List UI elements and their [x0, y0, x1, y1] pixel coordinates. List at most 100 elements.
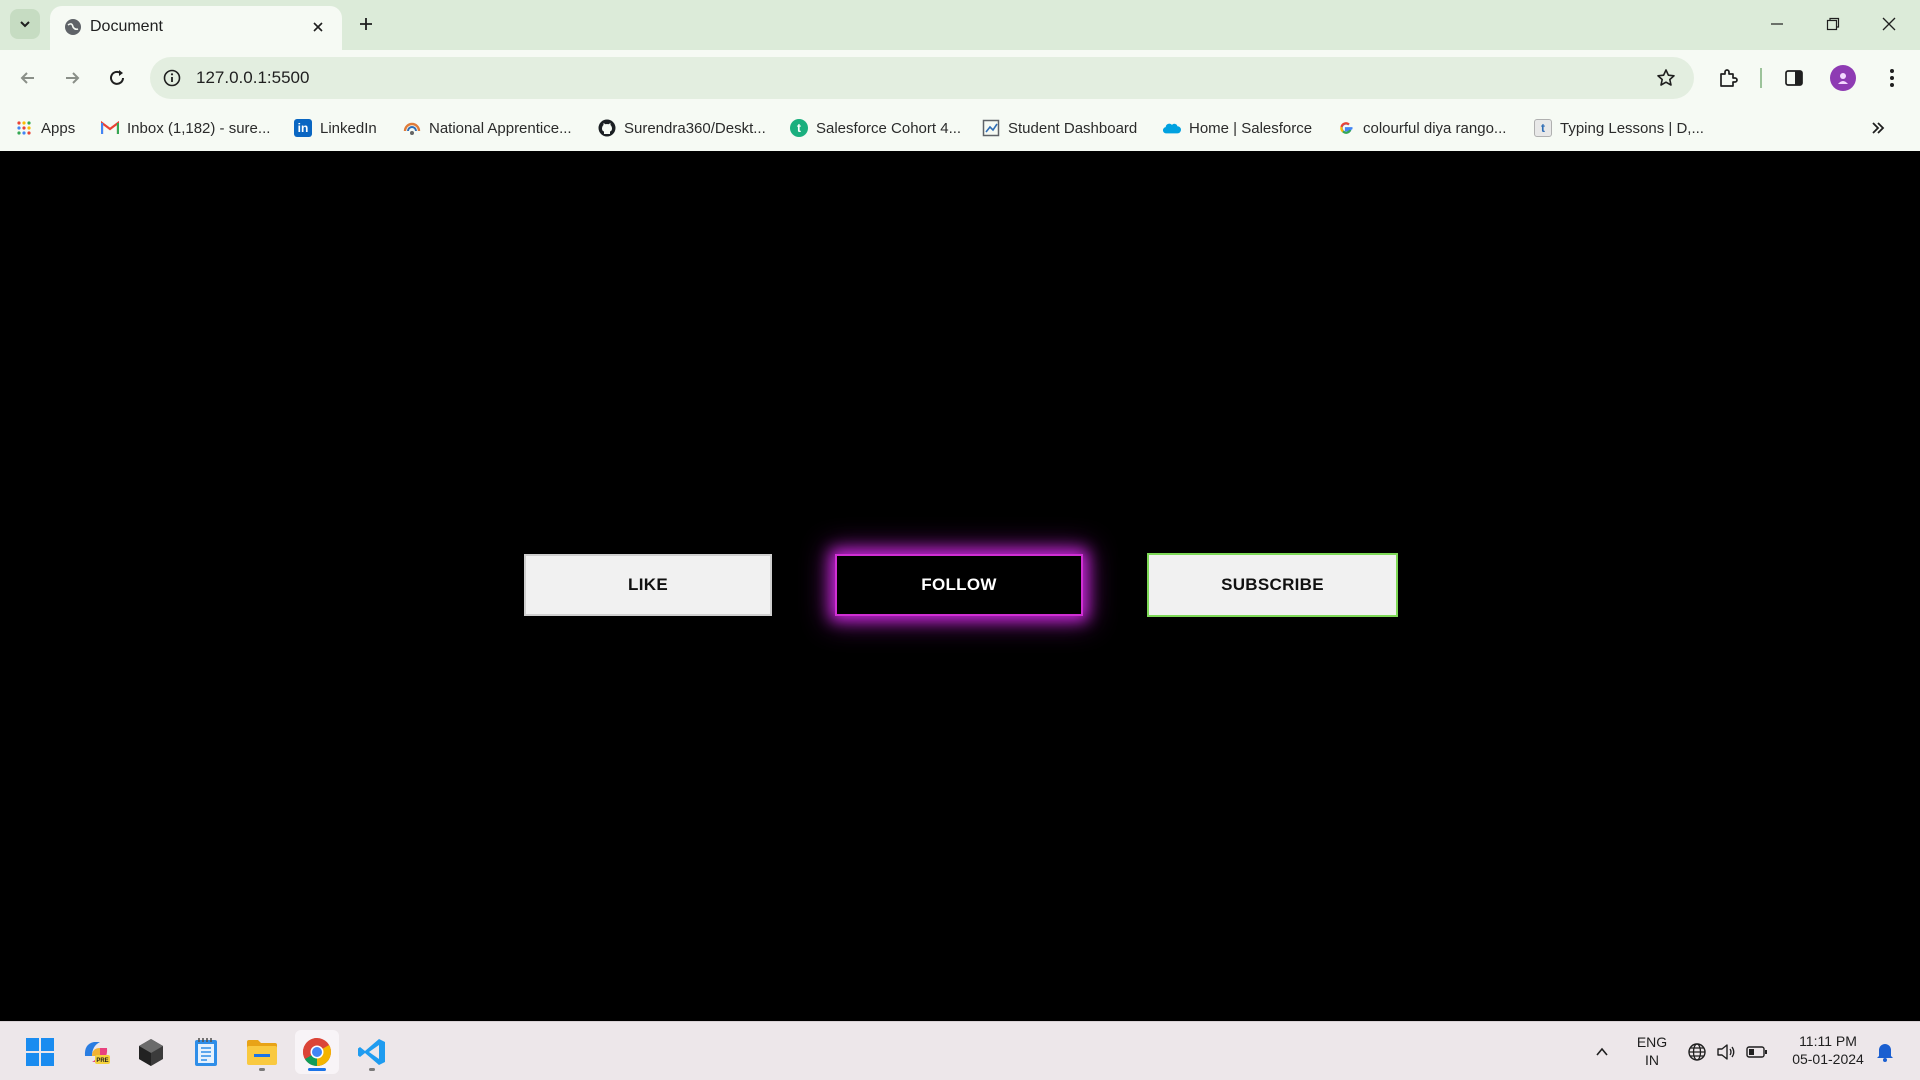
google-icon — [1337, 119, 1355, 137]
running-indicator — [369, 1068, 375, 1071]
globe-icon — [65, 19, 81, 35]
active-indicator — [308, 1068, 326, 1071]
bookmark-label: Surendra360/Deskt... — [624, 119, 766, 137]
language-code: ENG — [1636, 1034, 1668, 1050]
svg-text:PRE: PRE — [96, 1058, 108, 1064]
close-window-button[interactable] — [1866, 8, 1912, 40]
bookmark-label: Salesforce Cohort 4... — [816, 119, 962, 137]
language-indicator[interactable]: ENG IN — [1628, 1033, 1676, 1069]
taskbar-app-copilot[interactable]: PRE — [74, 1030, 118, 1074]
taskbar-app-cube[interactable] — [129, 1030, 173, 1074]
toolbar-divider — [1760, 68, 1762, 88]
salesforce-cloud-icon — [1163, 119, 1181, 137]
clock[interactable]: 11:11 PM 05-01-2024 — [1780, 1032, 1876, 1068]
bookmarks-bar: Apps Inbox (1,182) - sure... in LinkedIn… — [0, 106, 1920, 151]
battery-icon — [1746, 1046, 1767, 1058]
like-button[interactable]: LIKE — [524, 554, 772, 616]
menu-button[interactable] — [1876, 62, 1908, 94]
star-icon — [1657, 69, 1675, 86]
bookmark-national-apprentice[interactable]: National Apprentice... — [403, 116, 572, 140]
volume-status[interactable] — [1715, 1041, 1737, 1063]
restore-button[interactable] — [1810, 8, 1856, 40]
apprentice-icon — [403, 119, 421, 137]
bookmark-label: Inbox (1,182) - sure... — [127, 119, 271, 137]
bookmark-label: Home | Salesforce — [1189, 119, 1313, 137]
network-status[interactable] — [1686, 1041, 1708, 1063]
dashboard-icon — [982, 119, 1000, 137]
clock-time: 11:11 PM — [1799, 1033, 1857, 1049]
close-icon — [313, 22, 323, 32]
arrow-left-icon — [20, 72, 34, 84]
bookmark-home-salesforce[interactable]: Home | Salesforce — [1163, 116, 1312, 140]
new-tab-button[interactable] — [352, 10, 380, 38]
tab-strip: Document — [0, 0, 1920, 50]
bookmark-label: colourful diya rango... — [1363, 119, 1507, 137]
linkedin-icon: in — [294, 119, 312, 137]
bookmark-colourful-diya[interactable]: colourful diya rango... — [1337, 116, 1506, 140]
folder-icon — [247, 1040, 277, 1065]
site-info-button[interactable] — [160, 66, 184, 90]
minimize-button[interactable] — [1754, 8, 1800, 40]
bookmarks-overflow-button[interactable] — [1866, 116, 1890, 140]
tab-title: Document — [90, 18, 163, 35]
github-icon — [598, 119, 616, 137]
taskbar-app-file-explorer[interactable] — [240, 1030, 284, 1074]
copilot-icon: PRE — [84, 1042, 110, 1064]
speaker-icon — [1717, 1044, 1735, 1060]
profile-avatar[interactable] — [1830, 65, 1856, 91]
side-panel-icon — [1785, 70, 1803, 86]
bookmark-label: LinkedIn — [320, 119, 377, 137]
minimize-icon — [1771, 23, 1783, 25]
taskbar: PRE ENG IN 11:11 PM 05-01-2024 — [0, 1021, 1920, 1080]
bookmark-label: Student Dashboard — [1008, 119, 1138, 137]
person-icon — [1838, 73, 1848, 84]
show-hidden-icons-button[interactable] — [1591, 1041, 1613, 1063]
extensions-button[interactable] — [1712, 62, 1744, 94]
bookmark-salesforce-cohort[interactable]: t Salesforce Cohort 4... — [790, 116, 961, 140]
bookmark-label: Typing Lessons | D,... — [1560, 119, 1704, 137]
notepad-icon — [195, 1038, 217, 1066]
puzzle-icon — [1720, 69, 1738, 87]
battery-status[interactable] — [1746, 1041, 1768, 1063]
follow-button[interactable]: FOLLOW — [835, 554, 1083, 616]
taskbar-app-notepad[interactable] — [184, 1030, 228, 1074]
forward-button[interactable] — [56, 62, 88, 94]
bookmark-star-button[interactable] — [1654, 66, 1678, 90]
windows-logo-icon — [26, 1038, 54, 1066]
address-bar[interactable]: 127.0.0.1:5500 — [150, 57, 1694, 99]
reload-button[interactable] — [101, 62, 133, 94]
close-icon — [1882, 17, 1896, 31]
restore-icon — [1826, 17, 1840, 31]
kebab-menu-icon — [1890, 69, 1894, 87]
url-text: 127.0.0.1:5500 — [196, 68, 310, 87]
browser-chrome: Document 127.0.0.1:5500 Apps Inbox (1,18… — [0, 0, 1920, 151]
bookmark-linkedin[interactable]: in LinkedIn — [294, 116, 377, 140]
subscribe-button[interactable]: SUBSCRIBE — [1147, 553, 1398, 617]
tab-close-button[interactable] — [306, 15, 330, 39]
globe-icon — [1688, 1043, 1706, 1061]
tab-document[interactable]: Document — [50, 6, 342, 50]
back-button[interactable] — [12, 62, 44, 94]
toolbar: 127.0.0.1:5500 — [0, 50, 1920, 106]
chevron-up-icon — [1596, 1047, 1608, 1056]
region-code: IN — [1645, 1052, 1659, 1068]
bookmark-github[interactable]: Surendra360/Deskt... — [598, 116, 766, 140]
bookmark-student-dashboard[interactable]: Student Dashboard — [982, 116, 1137, 140]
start-button[interactable] — [18, 1030, 62, 1074]
bookmark-inbox[interactable]: Inbox (1,182) - sure... — [101, 116, 270, 140]
reload-icon — [110, 70, 124, 85]
vscode-icon — [358, 1039, 385, 1065]
taskbar-app-chrome[interactable] — [295, 1030, 339, 1074]
double-chevron-right-icon — [1872, 122, 1885, 134]
bookmark-apps[interactable]: Apps — [15, 116, 75, 140]
notifications-button[interactable] — [1874, 1041, 1896, 1063]
tab-search-button[interactable] — [10, 9, 40, 39]
cube-app-icon — [139, 1039, 163, 1066]
taskbar-app-vscode[interactable] — [350, 1030, 394, 1074]
bookmark-label: Apps — [41, 119, 76, 137]
gmail-icon — [101, 119, 119, 137]
running-indicator — [259, 1068, 265, 1071]
page-content: LIKE FOLLOW SUBSCRIBE — [0, 151, 1920, 1021]
side-panel-button[interactable] — [1778, 62, 1810, 94]
bookmark-typing-lessons[interactable]: t Typing Lessons | D,... — [1534, 116, 1704, 140]
